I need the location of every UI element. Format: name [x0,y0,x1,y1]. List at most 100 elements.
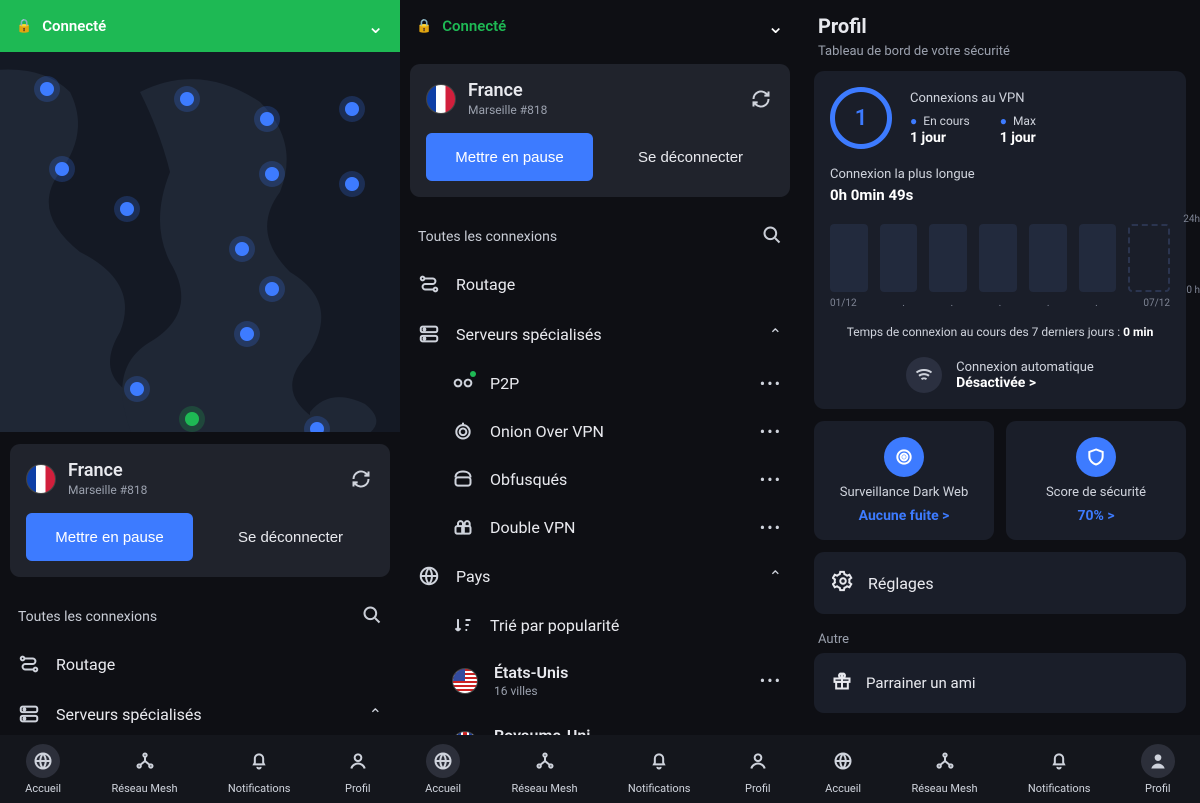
p2p-item[interactable]: P2P ••• [400,359,800,407]
more-icon[interactable]: ••• [760,422,782,441]
nav-profile[interactable]: Profil [341,744,375,795]
countries-label: Pays [456,567,490,586]
obfuscated-icon [452,469,474,489]
nav-profile[interactable]: Profil [741,744,775,795]
servers-icon [18,703,40,725]
chevron-up-icon: ⌃ [769,567,782,586]
connection-server: Marseille #818 [68,483,147,497]
chart-bar [1029,224,1067,292]
server-point[interactable] [180,92,194,106]
routing-item[interactable]: Routage [400,259,800,309]
gear-icon [832,570,854,596]
legend-current: ●En cours1 jour [910,114,970,146]
server-map[interactable] [0,52,400,432]
nav-notif-label: Notifications [1028,782,1091,795]
server-point[interactable] [55,162,69,176]
bell-icon [242,744,276,778]
search-icon[interactable] [362,605,382,629]
refer-friend-item[interactable]: Parrainer un ami [814,653,1186,713]
connection-card: France Marseille #818 Mettre en pause Se… [10,444,390,577]
routing-icon [18,653,40,675]
countries-item[interactable]: Pays ⌃ [400,551,800,601]
connection-card: France Marseille #818 Mettre en pause Se… [410,64,790,197]
specialized-servers-item[interactable]: Serveurs spécialisés ⌃ [400,309,800,359]
server-point[interactable] [265,167,279,181]
refresh-icon[interactable] [748,86,774,112]
obfuscated-label: Obfusqués [490,470,567,489]
settings-row[interactable]: Réglages [814,552,1186,614]
chart-bar [929,224,967,292]
auto-connect-row[interactable]: Connexion automatique Désactivée > [830,357,1170,393]
specialized-label: Serveurs spécialisés [456,325,602,344]
server-point[interactable] [260,112,274,126]
gift-icon [832,671,852,695]
globe-icon [418,565,440,587]
country-us-item[interactable]: États-Unis 16 villes ••• [400,649,800,712]
pause-button[interactable]: Mettre en pause [26,513,193,561]
server-point[interactable] [235,242,249,256]
status-bar[interactable]: 🔒 Connecté ⌄ [400,0,800,52]
routing-label: Routage [456,275,515,294]
server-point[interactable] [265,282,279,296]
servers-icon [418,323,440,345]
double-vpn-item[interactable]: Double VPN ••• [400,503,800,551]
server-point[interactable] [40,82,54,96]
vpn-conn-label: Connexions au VPN [910,91,1170,106]
status-bar[interactable]: 🔒 Connecté ⌄ [0,0,400,52]
country-us-name: États-Unis [494,663,568,682]
disconnect-button[interactable]: Se déconnecter [607,133,774,181]
search-icon[interactable] [762,225,782,249]
refresh-icon[interactable] [348,466,374,492]
tile-score[interactable]: Score de sécurité 70% > [1006,421,1186,540]
server-point[interactable] [310,422,324,432]
globe-icon [26,744,60,778]
nav-mesh[interactable]: Réseau Mesh [511,744,577,795]
more-icon[interactable]: ••• [760,470,782,489]
server-point[interactable] [240,327,254,341]
nav-notifications[interactable]: Notifications [628,744,691,795]
chevron-down-icon[interactable]: ⌄ [367,14,384,38]
server-point[interactable] [345,102,359,116]
chart-xend: 07/12 [1143,298,1170,309]
server-point-connected[interactable] [185,412,199,426]
pause-button[interactable]: Mettre en pause [426,133,593,181]
nav-notifications[interactable]: Notifications [228,744,291,795]
nav-home[interactable]: Accueil [825,744,861,795]
nav-profile[interactable]: Profil [1141,744,1175,795]
map-landmass [0,52,400,432]
server-point[interactable] [345,177,359,191]
sort-item[interactable]: Trié par popularité [400,601,800,649]
more-icon[interactable]: ••• [760,671,782,690]
more-icon[interactable]: ••• [760,518,782,537]
server-point[interactable] [120,202,134,216]
disconnect-button[interactable]: Se déconnecter [207,513,374,561]
security-dashboard-card: 1 Connexions au VPN ●En cours1 jour ●Max… [814,71,1186,409]
all-connections-header: Toutes les connexions [400,207,800,259]
p2p-label: P2P [490,374,519,393]
connection-country: France [468,80,547,101]
more-icon[interactable]: ••• [760,374,782,393]
chart-ymax: 24h [1183,214,1200,225]
flag-france-icon [26,464,56,494]
chart-xaxis: 01/12 ..... 07/12 [830,298,1170,309]
bell-icon [642,744,676,778]
routing-item[interactable]: Routage [0,639,400,689]
nav-mesh[interactable]: Réseau Mesh [911,744,977,795]
obfuscated-item[interactable]: Obfusqués ••• [400,455,800,503]
nav-home-label: Accueil [825,782,861,795]
nav-mesh[interactable]: Réseau Mesh [111,744,177,795]
nav-home[interactable]: Accueil [425,744,461,795]
globe-icon [826,744,860,778]
specialized-servers-item[interactable]: Serveurs spécialisés ⌃ [0,689,400,739]
country-us-sub: 16 villes [494,684,568,698]
nav-notifications[interactable]: Notifications [1028,744,1091,795]
refer-label: Parrainer un ami [866,674,976,692]
tile-score-value: 70% > [1077,508,1114,524]
nav-home[interactable]: Accueil [25,744,61,795]
chevron-down-icon[interactable]: ⌄ [767,14,784,38]
onion-item[interactable]: Onion Over VPN ••• [400,407,800,455]
server-point[interactable] [130,382,144,396]
bottom-nav: Accueil Réseau Mesh Notifications Profil [0,735,400,803]
tile-darkweb-value: Aucune fuite > [859,508,950,524]
tile-darkweb[interactable]: Surveillance Dark Web Aucune fuite > [814,421,994,540]
